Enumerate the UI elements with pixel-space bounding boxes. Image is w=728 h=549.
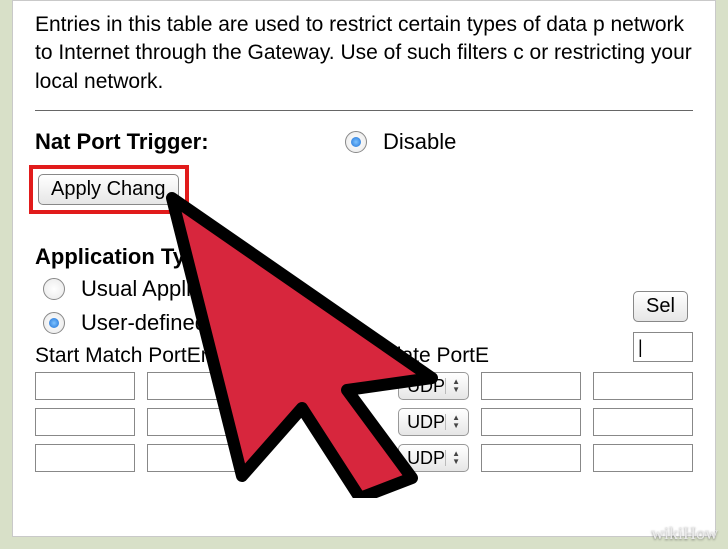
select-arrows-icon: ▲ ▼: [445, 378, 460, 394]
select-arrows-icon: ▲ ▼: [445, 450, 460, 466]
start-match-port-input[interactable]: [35, 444, 135, 472]
select-button[interactable]: Sel: [633, 291, 688, 322]
settings-panel: Entries in this table are used to restri…: [12, 0, 716, 537]
end-relate-port-input[interactable]: [593, 408, 693, 436]
protocol-select[interactable]: UDP ▲ ▼: [398, 408, 469, 436]
disable-radio[interactable]: [345, 131, 367, 153]
protocol-select[interactable]: UDP ▲ ▼: [398, 444, 469, 472]
user-defined-input[interactable]: [633, 332, 693, 362]
watermark: wikiHow: [645, 522, 724, 545]
table-row: UDP ▲ ▼: [35, 372, 693, 400]
start-relate-port-input[interactable]: [481, 408, 581, 436]
end-match-port-input[interactable]: [147, 408, 247, 436]
port-table-header: Start Match PortEnd Match colStart Relat…: [35, 344, 693, 368]
table-row: UDP ▲ ▼: [35, 444, 693, 472]
disable-radio-group: Disable: [345, 129, 456, 155]
end-match-port-input[interactable]: [147, 444, 247, 472]
end-match-port-input[interactable]: [147, 372, 247, 400]
nat-port-trigger-label: Nat Port Trigger:: [35, 129, 345, 155]
nat-port-trigger-row: Nat Port Trigger: Disable: [35, 129, 693, 155]
user-defined-radio[interactable]: [43, 312, 65, 334]
protocol-select[interactable]: UDP ▲ ▼: [398, 372, 469, 400]
port-table: UDP ▲ ▼ UDP ▲ ▼: [35, 372, 693, 472]
description-text: Entries in this table are used to restri…: [35, 11, 693, 96]
end-relate-port-input[interactable]: [593, 444, 693, 472]
start-match-port-input[interactable]: [35, 372, 135, 400]
usual-application-label: Usual Applicatio: [81, 276, 238, 302]
apply-changes-button[interactable]: Apply Chang: [38, 174, 179, 205]
select-arrows-icon: ▲ ▼: [445, 414, 460, 430]
divider: [35, 110, 693, 111]
end-relate-port-input[interactable]: [593, 372, 693, 400]
protocol-value: UDP: [407, 376, 445, 397]
protocol-value: UDP: [407, 412, 445, 433]
start-match-port-input[interactable]: [35, 408, 135, 436]
usual-application-row: Usual Applicatio: [43, 276, 693, 302]
start-relate-port-input[interactable]: [481, 444, 581, 472]
application-type-heading: Application Type: [35, 244, 693, 270]
apply-changes-highlight: Apply Chang: [29, 165, 189, 214]
table-row: UDP ▲ ▼: [35, 408, 693, 436]
start-relate-port-input[interactable]: [481, 372, 581, 400]
protocol-value: UDP: [407, 448, 445, 469]
disable-radio-label: Disable: [383, 129, 456, 155]
user-defined-row: User-defined Appli: [43, 310, 693, 336]
user-defined-label: User-defined Appli: [81, 310, 261, 336]
right-column: Sel: [633, 291, 693, 362]
usual-application-radio[interactable]: [43, 278, 65, 300]
